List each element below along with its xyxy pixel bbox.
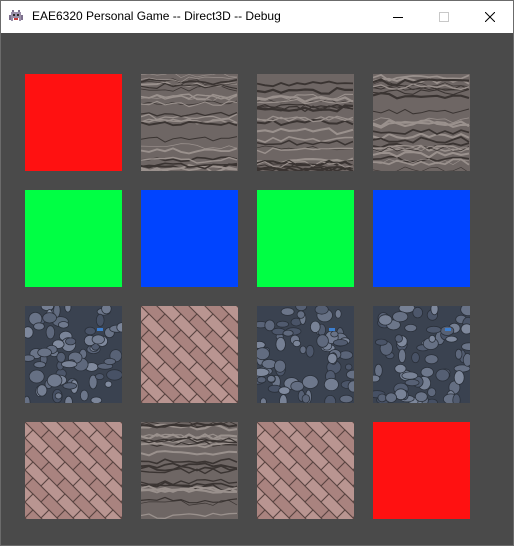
minimize-button[interactable] <box>375 1 421 33</box>
game-window: EAE6320 Personal Game -- Direct3D -- Deb… <box>0 0 514 546</box>
title-bar[interactable]: EAE6320 Personal Game -- Direct3D -- Deb… <box>1 1 513 33</box>
tile-grid <box>1 33 513 545</box>
tile-green <box>25 190 122 287</box>
tile-cobblestone <box>257 306 354 403</box>
tile-red <box>25 74 122 171</box>
close-icon <box>485 12 495 22</box>
tile-cobblestone <box>25 306 122 403</box>
maximize-icon <box>439 12 449 22</box>
tile-blue <box>373 190 470 287</box>
minimize-icon <box>393 17 403 18</box>
tile-red <box>373 422 470 519</box>
tile-bark <box>257 74 354 171</box>
tile-cobblestone <box>373 306 470 403</box>
render-viewport[interactable] <box>1 33 513 545</box>
tile-green <box>257 190 354 287</box>
space-invader-icon <box>8 9 24 25</box>
maximize-button[interactable] <box>421 1 467 33</box>
tile-bark <box>141 74 238 171</box>
tile-blue <box>141 190 238 287</box>
tile-brick <box>257 422 354 519</box>
tile-bark <box>141 422 238 519</box>
tile-brick <box>25 422 122 519</box>
tile-brick <box>141 306 238 403</box>
window-title: EAE6320 Personal Game -- Direct3D -- Deb… <box>32 9 281 23</box>
tile-bark <box>373 74 470 171</box>
close-button[interactable] <box>467 1 513 33</box>
